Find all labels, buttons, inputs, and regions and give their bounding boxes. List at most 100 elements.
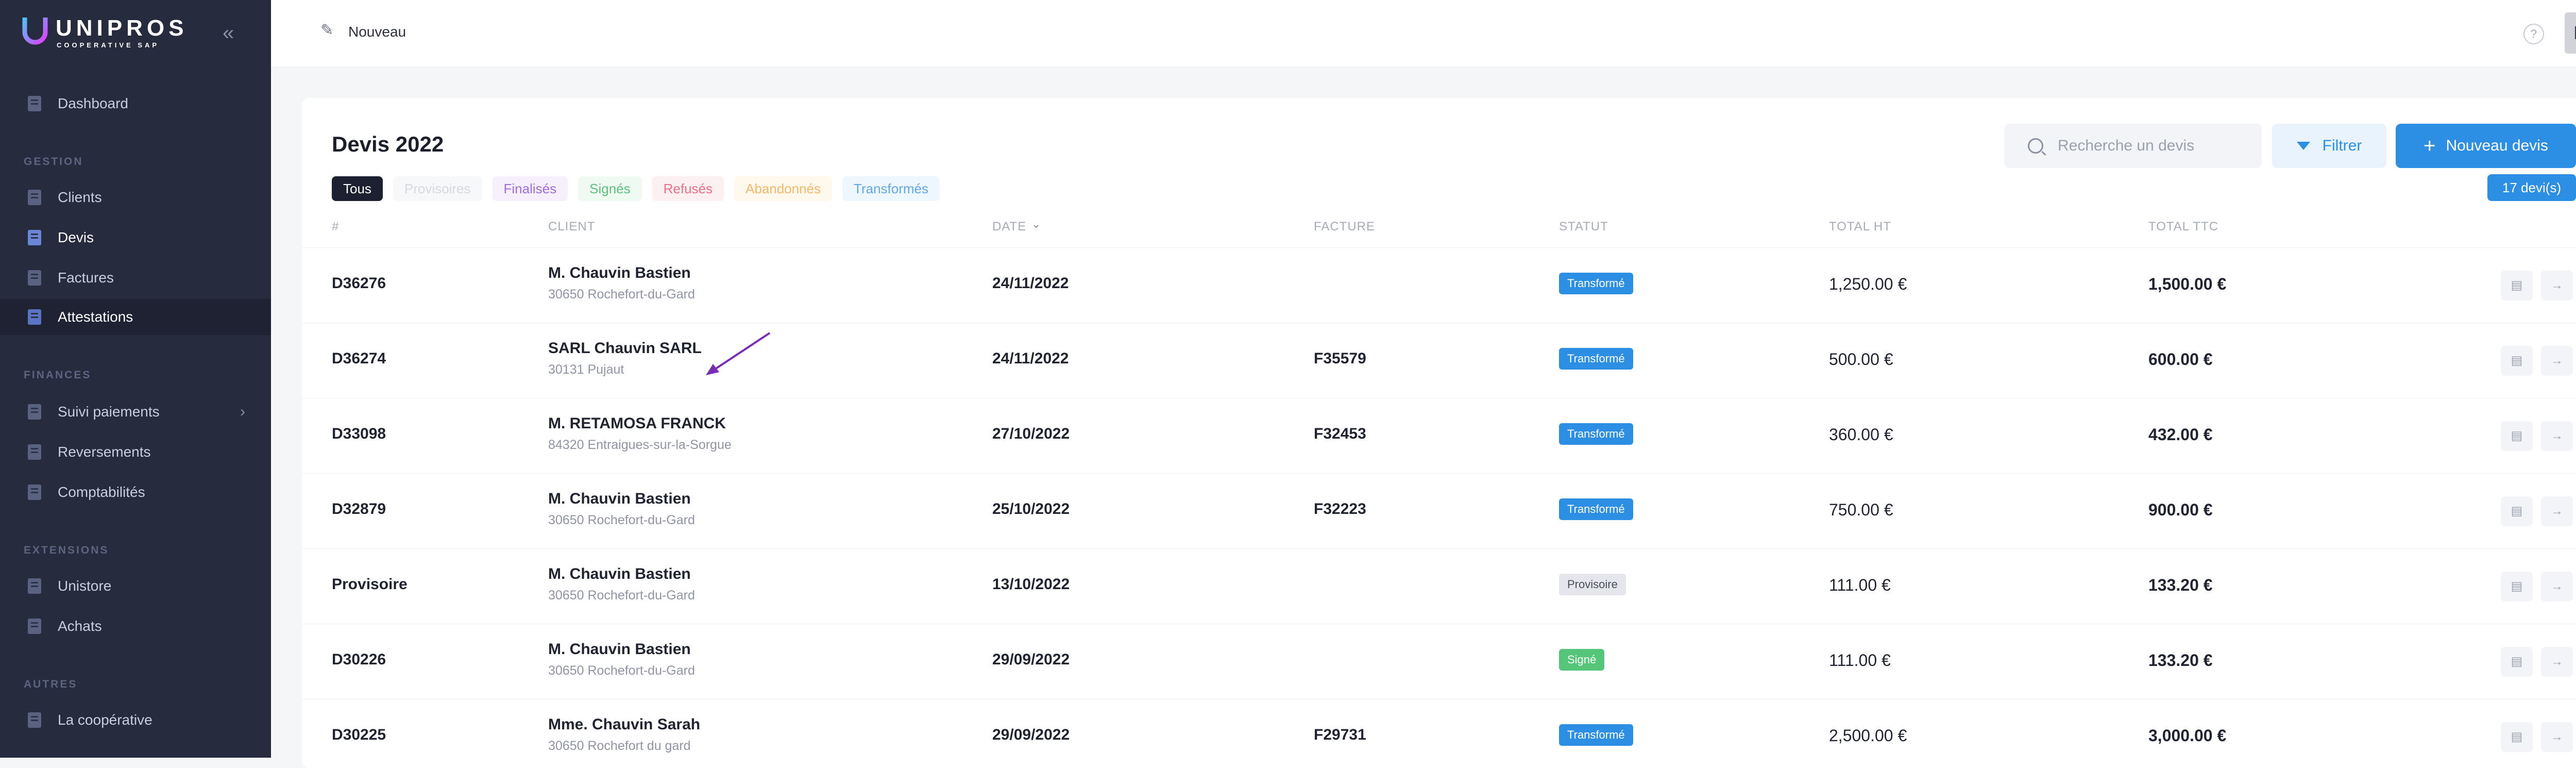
sidebar-item-suivi-paiements[interactable]: Suivi paiements ›	[0, 394, 271, 430]
sort-down-icon[interactable]: ⌄	[1031, 218, 1041, 231]
tab-abandonnes[interactable]: Abandonnés	[734, 176, 833, 201]
quotes-card: Devis 2022 Filtrer + Nouveau devis 17 de…	[302, 98, 2576, 768]
arrow-right-icon[interactable]: →	[2541, 271, 2573, 300]
total-ht: 111.00 €	[1829, 576, 1891, 594]
tab-signes[interactable]: Signés	[578, 176, 642, 201]
arrow-right-icon[interactable]: →	[2541, 722, 2573, 752]
total-ttc: 432.00 €	[2148, 425, 2213, 444]
arrow-right-icon[interactable]: →	[2541, 572, 2573, 602]
invoice-number[interactable]: F32223	[1314, 500, 1366, 518]
pdf-icon[interactable]: ▤	[2501, 647, 2533, 677]
accounting-icon	[28, 485, 41, 500]
status-badge: Provisoire	[1559, 574, 1626, 595]
sidebar-item-label: Factures	[58, 270, 114, 286]
sidebar-item-reversements[interactable]: Reversements	[0, 434, 271, 470]
pdf-icon[interactable]: ▤	[2501, 722, 2533, 752]
sidebar-item-attestations[interactable]: Attestations	[0, 299, 271, 335]
column-header-total-ttc[interactable]: TOTAL TTC	[2148, 220, 2218, 234]
search-input[interactable]	[2057, 137, 2255, 155]
quote-number[interactable]: D32879	[332, 500, 386, 518]
client-city: 30131 Pujaut	[548, 362, 624, 377]
quote-number[interactable]: D30226	[332, 651, 386, 669]
column-header-date[interactable]: DATE	[992, 220, 1026, 234]
sidebar-item-achats[interactable]: Achats	[0, 608, 271, 644]
arrow-right-icon[interactable]: →	[2541, 421, 2573, 451]
sidebar-item-dashboard[interactable]: Dashboard	[0, 86, 271, 122]
total-ht: 360.00 €	[1829, 425, 1893, 444]
table-row[interactable]: D33098 M. RETAMOSA FRANCK 84320 Entraigues…	[302, 398, 2576, 474]
sidebar-item-cooperative[interactable]: La coopérative	[0, 702, 271, 738]
status-badge: Transformé	[1559, 348, 1633, 370]
tab-tous[interactable]: Tous	[332, 176, 383, 201]
invoice-number[interactable]: F29731	[1314, 726, 1366, 744]
quote-number[interactable]: D30225	[332, 726, 386, 744]
sidebar-item-factures[interactable]: Factures	[0, 260, 271, 296]
transfer-icon	[28, 444, 41, 460]
column-header-client[interactable]: CLIENT	[548, 220, 595, 234]
status-tabs: Tous Provisoires Finalisés Signés Refusé…	[332, 176, 940, 201]
sidebar-item-unistore[interactable]: Unistore	[0, 568, 271, 604]
pdf-icon[interactable]: ▤	[2501, 421, 2533, 451]
quote-date: 27/10/2022	[992, 425, 1070, 442]
pdf-icon[interactable]: ▤	[2501, 572, 2533, 602]
column-header-statut[interactable]: STATUT	[1559, 220, 1608, 234]
new-quote-button[interactable]: + Nouveau devis	[2396, 124, 2576, 168]
avatar[interactable]: LC	[2565, 12, 2576, 54]
client-name: Mme. Chauvin Sarah	[548, 716, 701, 733]
brand-name: UNIPROS	[56, 15, 188, 41]
sidebar-item-label: Devis	[58, 229, 94, 245]
quote-number[interactable]: D36274	[332, 350, 386, 368]
clients-icon	[28, 190, 41, 205]
total-ttc: 3,000.00 €	[2148, 726, 2227, 745]
sidebar-item-comptabilites[interactable]: Comptabilités	[0, 474, 271, 510]
arrow-right-icon[interactable]: →	[2541, 496, 2573, 526]
quote-number[interactable]: D33098	[332, 425, 386, 443]
sidebar-item-label: Dashboard	[58, 95, 128, 111]
count-badge: 17 devi(s)	[2487, 174, 2576, 201]
pdf-icon[interactable]: ▤	[2501, 496, 2533, 526]
edit-icon: ✎	[320, 22, 334, 39]
invoice-number[interactable]: F32453	[1314, 425, 1366, 443]
client-name: M. Chauvin Bastien	[548, 264, 691, 281]
arrow-right-icon[interactable]: →	[2541, 647, 2573, 677]
cooperative-icon	[28, 712, 41, 728]
total-ht: 750.00 €	[1829, 500, 1893, 519]
brand-logo[interactable]: UNIPROS COOPERATIVE SAP	[22, 15, 197, 52]
collapse-sidebar-icon[interactable]: «	[223, 23, 243, 43]
annotation-arrow-icon	[706, 332, 771, 375]
quote-number[interactable]: Provisoire	[332, 576, 408, 593]
table-row[interactable]: D36274 SARL Chauvin SARL 30131 Pujaut 24/11…	[302, 323, 2576, 398]
sidebar-item-label: Unistore	[58, 578, 112, 594]
column-header-number: #	[332, 220, 340, 233]
sidebar-item-devis[interactable]: Devis	[0, 220, 271, 256]
table-row[interactable]: D36276 M. Chauvin Bastien 30650 Rochefort-…	[302, 247, 2576, 323]
sidebar-item-label: Attestations	[58, 309, 133, 325]
table-row[interactable]: D30226 M. Chauvin Bastien 30650 Rochefort-…	[302, 624, 2576, 699]
column-header-total-ht[interactable]: TOTAL HT	[1829, 220, 1891, 234]
quote-number[interactable]: D36276	[332, 275, 386, 292]
invoice-icon	[28, 270, 41, 286]
client-name: M. RETAMOSA FRANCK	[548, 415, 726, 432]
search-field[interactable]	[2004, 124, 2262, 168]
tab-refuses[interactable]: Refusés	[652, 176, 724, 201]
filter-button[interactable]: Filtrer	[2272, 124, 2386, 168]
invoice-number[interactable]: F35579	[1314, 350, 1366, 368]
breadcrumb[interactable]: Nouveau	[348, 24, 406, 40]
tab-transformes[interactable]: Transformés	[842, 176, 940, 201]
brand-tagline: COOPERATIVE SAP	[57, 41, 160, 49]
table-row[interactable]: Provisoire M. Chauvin Bastien 30650 Rochef…	[302, 548, 2576, 624]
pdf-icon[interactable]: ▤	[2501, 271, 2533, 300]
client-city: 30650 Rochefort-du-Gard	[548, 663, 695, 678]
sidebar-item-label: Comptabilités	[58, 484, 145, 500]
total-ttc: 133.20 €	[2148, 576, 2213, 594]
arrow-right-icon[interactable]: →	[2541, 346, 2573, 376]
tab-finalises[interactable]: Finalisés	[492, 176, 568, 201]
total-ht: 500.00 €	[1829, 350, 1893, 369]
help-icon[interactable]: ?	[2523, 24, 2544, 44]
sidebar-item-clients[interactable]: Clients	[0, 179, 271, 215]
total-ttc: 600.00 €	[2148, 350, 2213, 369]
tab-provisoires[interactable]: Provisoires	[393, 176, 482, 201]
table-row[interactable]: D32879 M. Chauvin Bastien 30650 Rochefort-…	[302, 473, 2576, 549]
column-header-facture[interactable]: FACTURE	[1314, 220, 1375, 234]
pdf-icon[interactable]: ▤	[2501, 346, 2533, 376]
